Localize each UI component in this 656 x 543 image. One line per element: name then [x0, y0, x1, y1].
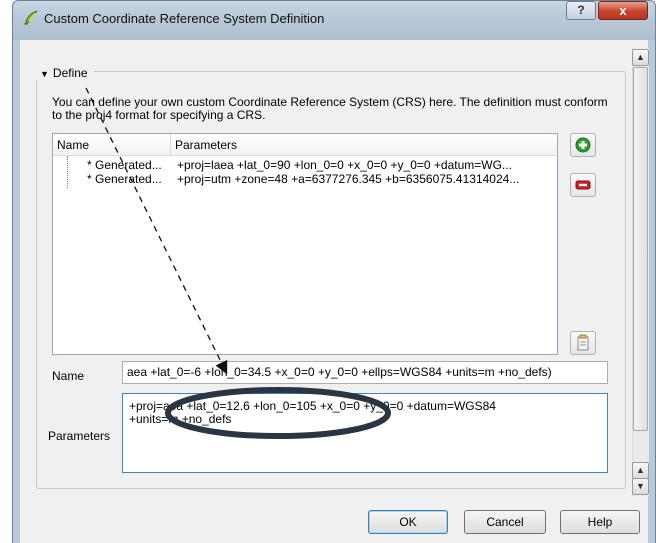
scrollbar-thumb[interactable]	[633, 67, 648, 431]
crs-table[interactable]: Name Parameters * Generated... +proj=lae…	[52, 133, 558, 355]
row-name: * Generated...	[87, 172, 162, 186]
copy-crs-button[interactable]	[570, 331, 596, 355]
name-input[interactable]: aea +lat_0=-6 +lon_0=34.5 +x_0=0 +y_0=0 …	[122, 361, 608, 384]
ok-button[interactable]: OK	[368, 510, 448, 534]
table-row[interactable]: * Generated... +proj=laea +lat_0=90 +lon…	[53, 158, 557, 172]
remove-crs-icon	[575, 180, 591, 190]
help-button[interactable]: Help	[560, 510, 640, 534]
column-header-name[interactable]: Name	[53, 134, 171, 156]
define-group-toggle[interactable]: ▼ Define	[34, 66, 94, 80]
window-close-button[interactable]: x	[598, 1, 648, 20]
parameters-input[interactable]: +proj=aea +lat_0=12.6 +lon_0=105 +x_0=0 …	[122, 393, 608, 473]
window-title: Custom Coordinate Reference System Defin…	[44, 11, 325, 26]
scroll-up-button[interactable]: ▲	[632, 49, 649, 66]
remove-crs-button[interactable]	[570, 173, 596, 197]
add-crs-icon	[575, 137, 591, 153]
copy-crs-icon	[577, 334, 589, 351]
window-frame-left	[12, 40, 20, 543]
name-label: Name	[52, 369, 85, 383]
row-name: * Generated...	[87, 158, 162, 172]
row-parameters: +proj=laea +lat_0=90 +lon_0=0 +x_0=0 +y_…	[177, 158, 512, 172]
parameters-label: Parameters	[48, 429, 111, 443]
cancel-button[interactable]: Cancel	[464, 510, 546, 534]
scroll-down-button[interactable]: ▼	[632, 478, 649, 495]
collapse-triangle-icon: ▼	[40, 69, 49, 79]
qgis-icon	[24, 10, 38, 25]
window-frame-right	[648, 40, 656, 543]
screen-background	[0, 0, 12, 543]
column-header-parameters[interactable]: Parameters	[171, 134, 557, 156]
row-parameters: +proj=utm +zone=48 +a=6377276.345 +b=635…	[177, 172, 520, 186]
window-help-button[interactable]: ?	[566, 1, 596, 20]
table-row[interactable]: * Generated... +proj=utm +zone=48 +a=637…	[53, 172, 557, 186]
add-crs-button[interactable]	[570, 133, 596, 157]
scroll-up-small-button[interactable]: ▲	[632, 462, 649, 479]
button-bar	[20, 496, 648, 543]
crs-description: You can define your own custom Coordinat…	[52, 95, 608, 122]
define-group-label: Define	[52, 66, 88, 80]
